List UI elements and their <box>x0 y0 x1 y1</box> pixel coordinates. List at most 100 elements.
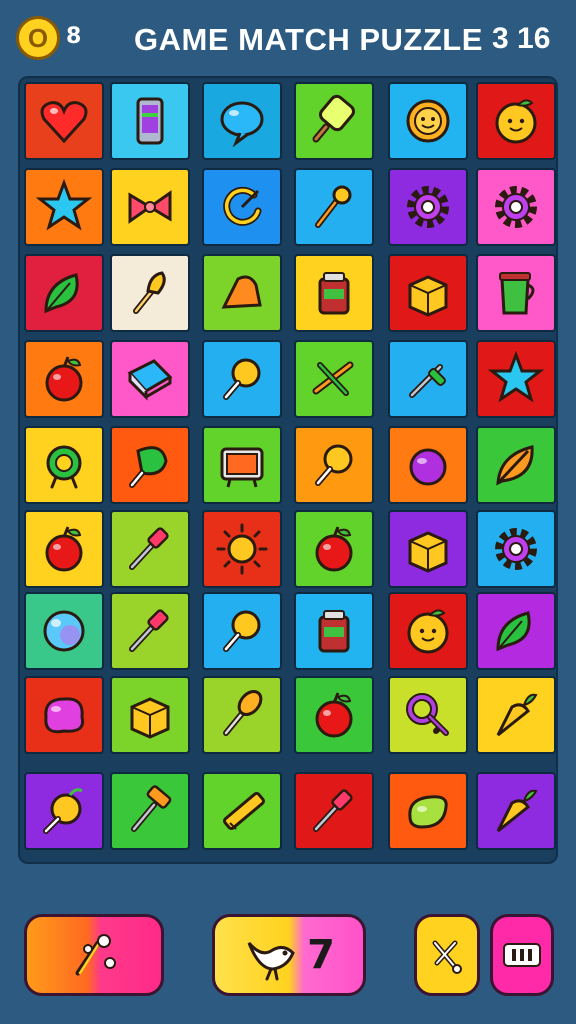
game-tile[interactable] <box>202 340 282 418</box>
game-tile[interactable] <box>388 82 468 160</box>
bean-icon <box>408 795 448 829</box>
jar-icon <box>318 272 350 315</box>
game-tile[interactable] <box>476 82 556 160</box>
game-tile[interactable] <box>202 82 282 160</box>
game-tile[interactable] <box>388 676 468 754</box>
game-tile[interactable] <box>24 676 104 754</box>
game-title: GAME MATCH PUZZLE <box>134 22 483 57</box>
game-tile[interactable] <box>24 510 104 588</box>
game-tile[interactable] <box>388 592 468 670</box>
lollipop-icon <box>223 610 261 652</box>
shuffle-button[interactable]: 7 <box>212 914 366 996</box>
game-tile[interactable] <box>294 340 374 418</box>
game-tile[interactable] <box>294 168 374 246</box>
game-tile[interactable] <box>202 510 282 588</box>
book-icon <box>127 359 173 401</box>
wand-icon <box>75 934 116 976</box>
wand-icon <box>315 185 352 228</box>
gear-icon <box>495 528 537 570</box>
bread-icon <box>221 275 262 309</box>
game-tile[interactable] <box>388 340 468 418</box>
popsicle-icon <box>312 94 356 143</box>
game-tile[interactable] <box>202 592 282 670</box>
game-tile[interactable] <box>110 676 190 754</box>
game-tile[interactable] <box>476 254 556 332</box>
game-tile[interactable] <box>110 340 190 418</box>
leaf-icon <box>496 611 531 652</box>
box-icon <box>130 697 170 739</box>
game-tile[interactable] <box>388 772 468 850</box>
box-icon <box>408 531 448 573</box>
undo-button[interactable] <box>414 914 480 996</box>
game-tile[interactable] <box>24 340 104 418</box>
header: O 8 GAME MATCH PUZZLE 3 16 <box>0 0 576 72</box>
box-icon <box>408 275 448 317</box>
spoon-icon <box>223 689 263 736</box>
feather-icon <box>496 445 534 486</box>
game-tile[interactable] <box>24 592 104 670</box>
hint-button[interactable] <box>24 914 164 996</box>
lollipop-icon <box>223 358 261 400</box>
game-tile[interactable] <box>476 772 556 850</box>
jar-icon <box>318 610 350 653</box>
game-tile[interactable] <box>388 426 468 504</box>
game-tile[interactable] <box>294 772 374 850</box>
brush-icon <box>313 789 353 832</box>
game-tile[interactable] <box>476 340 556 418</box>
game-tile[interactable] <box>294 676 374 754</box>
blob-icon <box>44 697 85 734</box>
game-tile[interactable] <box>294 82 374 160</box>
undo-icon <box>432 940 462 974</box>
apple-icon <box>315 692 353 738</box>
game-tile[interactable] <box>110 592 190 670</box>
game-tile[interactable] <box>294 426 374 504</box>
wreath-icon <box>46 445 82 489</box>
game-tile[interactable] <box>24 772 104 850</box>
game-tile[interactable] <box>24 168 104 246</box>
brush-icon <box>129 609 169 652</box>
speech-bubble-icon <box>220 101 264 148</box>
coin-icon: O <box>16 16 60 60</box>
fork-icon <box>133 271 166 314</box>
carrot-icon <box>496 693 538 737</box>
game-tile[interactable] <box>110 772 190 850</box>
game-tile[interactable] <box>202 254 282 332</box>
game-tile[interactable] <box>24 426 104 504</box>
game-tile[interactable] <box>388 168 468 246</box>
shuffle-count: 7 <box>307 932 335 978</box>
game-tile[interactable] <box>110 82 190 160</box>
tv-icon <box>220 447 264 488</box>
gear-icon <box>495 186 537 228</box>
game-tile[interactable] <box>24 82 104 160</box>
game-tile[interactable] <box>202 426 282 504</box>
game-tile[interactable] <box>24 254 104 332</box>
game-tile[interactable] <box>110 426 190 504</box>
game-tile[interactable] <box>110 254 190 332</box>
sun-face-icon <box>406 99 450 143</box>
game-tile[interactable] <box>110 168 190 246</box>
brush-icon <box>129 527 169 570</box>
game-tile[interactable] <box>388 254 468 332</box>
game-tile[interactable] <box>476 676 556 754</box>
pause-button[interactable] <box>490 914 554 996</box>
coin-count: 8 <box>66 24 82 49</box>
pencil-icon <box>223 791 265 831</box>
game-tile[interactable] <box>476 592 556 670</box>
apple-icon <box>45 526 83 572</box>
candy-icon <box>129 446 168 488</box>
game-tile[interactable] <box>294 510 374 588</box>
bird-icon <box>247 942 295 981</box>
game-tile[interactable] <box>476 510 556 588</box>
game-tile[interactable] <box>110 510 190 588</box>
game-tile[interactable] <box>388 510 468 588</box>
game-tile[interactable] <box>202 772 282 850</box>
game-tile[interactable] <box>294 254 374 332</box>
game-tile[interactable] <box>476 426 556 504</box>
game-tile[interactable] <box>294 592 374 670</box>
game-tile[interactable] <box>202 676 282 754</box>
game-tile[interactable] <box>202 168 282 246</box>
heart-icon <box>40 101 88 144</box>
game-tile[interactable] <box>476 168 556 246</box>
key-icon <box>406 693 449 736</box>
phone-icon <box>136 97 164 145</box>
